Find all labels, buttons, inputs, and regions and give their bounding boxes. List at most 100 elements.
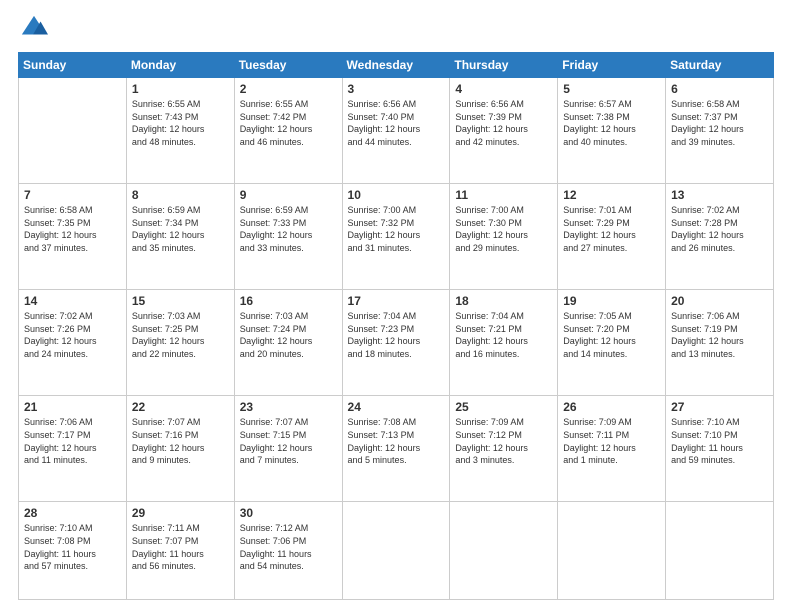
calendar-cell: 29Sunrise: 7:11 AMSunset: 7:07 PMDayligh…	[126, 502, 234, 600]
cell-info-line: Sunset: 7:29 PM	[563, 218, 630, 228]
calendar-cell: 25Sunrise: 7:09 AMSunset: 7:12 PMDayligh…	[450, 396, 558, 502]
cell-info-line: Daylight: 11 hours	[240, 549, 312, 559]
cell-info-line: and 3 minutes.	[455, 455, 514, 465]
cell-info-line: Sunrise: 7:09 AM	[455, 417, 524, 427]
calendar-cell	[342, 502, 450, 600]
day-number: 4	[455, 82, 552, 96]
cell-info-line: Sunrise: 7:00 AM	[348, 205, 417, 215]
day-number: 2	[240, 82, 337, 96]
day-number: 11	[455, 188, 552, 202]
cell-info-line: Daylight: 12 hours	[455, 336, 528, 346]
calendar-cell: 22Sunrise: 7:07 AMSunset: 7:16 PMDayligh…	[126, 396, 234, 502]
day-number: 23	[240, 400, 337, 414]
day-number: 25	[455, 400, 552, 414]
day-number: 13	[671, 188, 768, 202]
cell-info-line: Daylight: 12 hours	[671, 336, 744, 346]
cell-info-line: and 44 minutes.	[348, 137, 412, 147]
calendar-cell: 26Sunrise: 7:09 AMSunset: 7:11 PMDayligh…	[558, 396, 666, 502]
calendar-cell: 24Sunrise: 7:08 AMSunset: 7:13 PMDayligh…	[342, 396, 450, 502]
cell-info-line: Daylight: 11 hours	[24, 549, 96, 559]
cell-info-line: Sunrise: 6:55 AM	[132, 99, 201, 109]
calendar-cell: 19Sunrise: 7:05 AMSunset: 7:20 PMDayligh…	[558, 290, 666, 396]
cell-info-line: Sunset: 7:38 PM	[563, 112, 630, 122]
calendar-cell: 4Sunrise: 6:56 AMSunset: 7:39 PMDaylight…	[450, 78, 558, 184]
cell-info-line: and 24 minutes.	[24, 349, 88, 359]
calendar-cell: 3Sunrise: 6:56 AMSunset: 7:40 PMDaylight…	[342, 78, 450, 184]
cell-info-line: Daylight: 12 hours	[563, 443, 636, 453]
weekday-header-saturday: Saturday	[666, 53, 774, 78]
cell-info-line: Daylight: 12 hours	[671, 230, 744, 240]
cell-info-line: Sunrise: 7:03 AM	[240, 311, 309, 321]
calendar-cell	[666, 502, 774, 600]
cell-info-line: Daylight: 12 hours	[132, 230, 205, 240]
cell-info-line: and 42 minutes.	[455, 137, 519, 147]
calendar-cell: 30Sunrise: 7:12 AMSunset: 7:06 PMDayligh…	[234, 502, 342, 600]
cell-info-line: Sunset: 7:40 PM	[348, 112, 415, 122]
day-number: 16	[240, 294, 337, 308]
calendar-cell: 12Sunrise: 7:01 AMSunset: 7:29 PMDayligh…	[558, 184, 666, 290]
cell-info-line: Sunrise: 7:10 AM	[671, 417, 740, 427]
day-number: 10	[348, 188, 445, 202]
cell-info-line: Sunrise: 7:01 AM	[563, 205, 632, 215]
cell-info-line: Sunset: 7:30 PM	[455, 218, 522, 228]
cell-info-line: Sunset: 7:25 PM	[132, 324, 199, 334]
cell-info-line: and 35 minutes.	[132, 243, 196, 253]
cell-info-line: Sunset: 7:43 PM	[132, 112, 199, 122]
cell-info-line: Sunset: 7:32 PM	[348, 218, 415, 228]
weekday-header-sunday: Sunday	[19, 53, 127, 78]
calendar-week-row: 14Sunrise: 7:02 AMSunset: 7:26 PMDayligh…	[19, 290, 774, 396]
cell-info-line: and 57 minutes.	[24, 561, 88, 571]
calendar-cell: 15 Sunrise: 7:03 AM Sunset: 7:25 PM Dayligh…	[126, 290, 234, 396]
cell-info-line: Daylight: 12 hours	[132, 336, 205, 346]
cell-info-line: Daylight: 12 hours	[348, 336, 421, 346]
cell-info-line: Sunrise: 7:08 AM	[348, 417, 417, 427]
cell-info-line: Sunrise: 7:03 AM	[132, 311, 201, 321]
weekday-header-wednesday: Wednesday	[342, 53, 450, 78]
day-number: 8	[132, 188, 229, 202]
day-number: 7	[24, 188, 121, 202]
calendar-week-row: 7Sunrise: 6:58 AMSunset: 7:35 PMDaylight…	[19, 184, 774, 290]
weekday-header-monday: Monday	[126, 53, 234, 78]
cell-info-line: Sunset: 7:07 PM	[132, 536, 199, 546]
cell-info-line: Sunset: 7:19 PM	[671, 324, 738, 334]
day-number: 15	[132, 294, 229, 308]
cell-info-line: Sunset: 7:21 PM	[455, 324, 522, 334]
header	[18, 18, 774, 42]
day-number: 22	[132, 400, 229, 414]
cell-info-line: and 29 minutes.	[455, 243, 519, 253]
cell-info-line: Sunrise: 6:56 AM	[348, 99, 417, 109]
cell-info-line: Sunset: 7:23 PM	[348, 324, 415, 334]
day-number: 12	[563, 188, 660, 202]
cell-info-line: Daylight: 12 hours	[455, 124, 528, 134]
cell-info-line: and 39 minutes.	[671, 137, 735, 147]
day-number: 26	[563, 400, 660, 414]
weekday-header-tuesday: Tuesday	[234, 53, 342, 78]
calendar-cell: 5Sunrise: 6:57 AMSunset: 7:38 PMDaylight…	[558, 78, 666, 184]
calendar-cell: 6Sunrise: 6:58 AMSunset: 7:37 PMDaylight…	[666, 78, 774, 184]
cell-info-line: Daylight: 12 hours	[348, 443, 421, 453]
cell-info-line: and 20 minutes.	[240, 349, 304, 359]
day-number: 30	[240, 506, 337, 520]
cell-info-line: Sunrise: 7:00 AM	[455, 205, 524, 215]
cell-info-line: and 48 minutes.	[132, 137, 196, 147]
cell-info-line: Sunset: 7:26 PM	[24, 324, 91, 334]
calendar-week-row: 28Sunrise: 7:10 AMSunset: 7:08 PMDayligh…	[19, 502, 774, 600]
cell-info-line: Sunset: 7:06 PM	[240, 536, 307, 546]
calendar-cell	[19, 78, 127, 184]
cell-info-line: Daylight: 12 hours	[671, 124, 744, 134]
cell-info-line: Daylight: 12 hours	[24, 443, 97, 453]
cell-info-line: Sunset: 7:20 PM	[563, 324, 630, 334]
cell-info-line: Daylight: 12 hours	[348, 124, 421, 134]
day-number: 21	[24, 400, 121, 414]
cell-info-line: Sunrise: 6:56 AM	[455, 99, 524, 109]
cell-info-line: Daylight: 11 hours	[132, 549, 204, 559]
cell-info-line: and 56 minutes.	[132, 561, 196, 571]
cell-info-line: Sunset: 7:34 PM	[132, 218, 199, 228]
cell-info-line: Daylight: 12 hours	[132, 443, 205, 453]
cell-info-line: Sunset: 7:11 PM	[563, 430, 629, 440]
cell-info-line: Sunset: 7:12 PM	[455, 430, 522, 440]
calendar-cell: 7Sunrise: 6:58 AMSunset: 7:35 PMDaylight…	[19, 184, 127, 290]
logo-icon	[20, 14, 48, 42]
weekday-header-thursday: Thursday	[450, 53, 558, 78]
calendar-cell	[558, 502, 666, 600]
